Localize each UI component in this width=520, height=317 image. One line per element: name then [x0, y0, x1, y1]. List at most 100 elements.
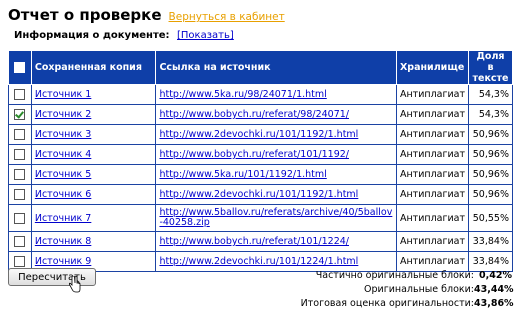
column-header-source-link: Ссылка на источник	[155, 50, 397, 85]
partial-original-value: 0,42%	[479, 270, 512, 281]
show-document-info-link[interactable]: [Показать]	[177, 30, 234, 41]
share-cell: 50,96%	[468, 184, 513, 205]
storage-cell: Антиплагиат	[395, 144, 470, 165]
source-url-link[interactable]: http://www.2devochki.ru/101/1224/1.html	[159, 257, 358, 267]
storage-cell: Антиплагиат	[395, 204, 470, 232]
source-url-cell: http://www.5ka.ru/98/24071/1.html	[155, 84, 397, 105]
source-url-link[interactable]: http://www.5ka.ru/101/1192/1.html	[159, 170, 326, 180]
saved-copy-cell: Источник 1	[30, 84, 157, 105]
saved-copy-link[interactable]: Источник 8	[35, 236, 91, 247]
back-to-cabinet-link[interactable]: Вернуться в кабинет	[169, 11, 285, 23]
recalculate-button[interactable]: Пересчитать	[8, 268, 96, 286]
table-row: Источник 8 http://www.bobych.ru/referat/1…	[8, 231, 513, 252]
share-cell: 50,96%	[468, 144, 513, 165]
row-checkbox-cell	[8, 204, 32, 232]
summary-original-row: Оригинальные блоки: 43,44%	[301, 283, 514, 297]
row-checkbox-cell	[8, 231, 32, 252]
row-select-checkbox[interactable]	[14, 256, 26, 267]
table-row: Источник 2 http://www.bobych.ru/referat/9…	[8, 104, 513, 125]
sources-table: Сохраненная копия Ссылка на источник Хра…	[8, 50, 513, 272]
source-url-link[interactable]: http://www.2devochki.ru/101/1192/1.html	[159, 190, 358, 200]
table-row: Источник 3 http://www.2devochki.ru/101/11…	[8, 124, 513, 145]
originality-summary: Частично оригинальные блоки: 0,42% Ориги…	[300, 269, 514, 311]
row-checkbox-cell	[8, 84, 32, 105]
source-url-cell: http://www.bobych.ru/referat/101/1192/	[155, 144, 397, 165]
table-row: Источник 5 http://www.5ka.ru/101/1192/1.h…	[8, 164, 513, 185]
source-url-cell: http://www.5ballov.ru/referats/archive/4…	[155, 204, 397, 232]
share-cell: 50,55%	[468, 204, 513, 232]
source-url-link[interactable]: http://www.5ka.ru/98/24071/1.html	[159, 90, 326, 100]
row-select-checkbox[interactable]	[14, 109, 26, 120]
saved-copy-link[interactable]: Источник 1	[35, 89, 91, 100]
document-info-label: Информация о документе:	[14, 30, 170, 41]
saved-copy-link[interactable]: Источник 5	[35, 169, 91, 180]
row-checkbox-cell	[8, 144, 32, 165]
column-header-share-line2: тексте	[472, 73, 509, 84]
page-header: Отчет о проверке Вернуться в кабинет	[8, 6, 285, 24]
share-cell: 33,84%	[468, 231, 513, 252]
saved-copy-link[interactable]: Источник 3	[35, 129, 91, 140]
row-select-checkbox[interactable]	[14, 169, 26, 180]
summary-partial-row: Частично оригинальные блоки: 0,42%	[301, 269, 512, 283]
saved-copy-cell: Источник 5	[30, 164, 157, 185]
row-checkbox-cell	[8, 164, 32, 185]
saved-copy-cell: Источник 3	[30, 124, 157, 145]
document-info: Информация о документе: [Показать]	[14, 30, 234, 41]
row-select-checkbox[interactable]	[14, 149, 26, 160]
share-cell: 50,96%	[468, 164, 513, 185]
saved-copy-cell: Источник 2	[30, 104, 157, 125]
source-url-link[interactable]: http://www.5ballov.ru/referats/archive/4…	[159, 208, 393, 228]
total-originality-value: 43,86%	[474, 298, 514, 309]
source-url-link[interactable]: http://www.bobych.ru/referat/101/1224/	[159, 237, 349, 247]
hand-cursor-icon	[68, 276, 81, 293]
saved-copy-cell: Источник 8	[30, 231, 157, 252]
summary-total-row: Итоговая оценка оригинальности: 43,86%	[300, 297, 514, 311]
select-all-header	[8, 50, 32, 85]
saved-copy-link[interactable]: Источник 9	[35, 256, 91, 267]
saved-copy-link[interactable]: Источник 7	[35, 213, 91, 224]
source-url-cell: http://www.bobych.ru/referat/101/1224/	[155, 231, 397, 252]
source-url-cell: http://www.2devochki.ru/101/1192/1.html	[155, 124, 397, 145]
storage-cell: Антиплагиат	[395, 104, 470, 125]
table-row: Источник 7 http://www.5ballov.ru/referats…	[8, 204, 513, 232]
table-header-row: Сохраненная копия Ссылка на источник Хра…	[8, 50, 513, 85]
source-url-link[interactable]: http://www.bobych.ru/referat/101/1192/	[159, 150, 349, 160]
saved-copy-cell: Источник 4	[30, 144, 157, 165]
partial-original-label: Частично оригинальные блоки:	[315, 270, 474, 281]
saved-copy-link[interactable]: Источник 4	[35, 149, 91, 160]
row-checkbox-cell	[8, 104, 32, 125]
source-url-cell: http://www.5ka.ru/101/1192/1.html	[155, 164, 397, 185]
storage-cell: Антиплагиат	[395, 231, 470, 252]
storage-cell: Антиплагиат	[395, 84, 470, 105]
source-url-link[interactable]: http://www.bobych.ru/referat/98/24071/	[159, 110, 349, 120]
share-cell: 54,3%	[468, 104, 513, 125]
source-url-cell: http://www.bobych.ru/referat/98/24071/	[155, 104, 397, 125]
row-select-checkbox[interactable]	[14, 89, 26, 100]
share-cell: 54,3%	[468, 84, 513, 105]
column-header-share-line1: Доля в	[476, 51, 505, 73]
storage-cell: Антиплагиат	[395, 184, 470, 205]
row-select-checkbox[interactable]	[14, 212, 26, 224]
table-row: Источник 6 http://www.2devochki.ru/101/11…	[8, 184, 513, 205]
column-header-storage: Хранилище	[395, 50, 470, 85]
storage-cell: Антиплагиат	[395, 124, 470, 145]
row-select-checkbox[interactable]	[14, 129, 26, 140]
share-cell: 50,96%	[468, 124, 513, 145]
row-checkbox-cell	[8, 124, 32, 145]
original-blocks-label: Оригинальные блоки:	[364, 284, 474, 295]
original-blocks-value: 43,44%	[474, 284, 514, 295]
saved-copy-link[interactable]: Источник 2	[35, 109, 91, 120]
page-title: Отчет о проверке	[8, 6, 162, 24]
row-select-checkbox[interactable]	[14, 189, 26, 200]
source-url-cell: http://www.2devochki.ru/101/1192/1.html	[155, 184, 397, 205]
saved-copy-cell: Источник 6	[30, 184, 157, 205]
table-row: Источник 1 http://www.5ka.ru/98/24071/1.h…	[8, 84, 513, 105]
storage-cell: Антиплагиат	[395, 164, 470, 185]
row-select-checkbox[interactable]	[14, 236, 26, 247]
total-originality-label: Итоговая оценка оригинальности:	[300, 298, 474, 309]
saved-copy-link[interactable]: Источник 6	[35, 189, 91, 200]
saved-copy-cell: Источник 7	[30, 204, 157, 232]
source-url-link[interactable]: http://www.2devochki.ru/101/1192/1.html	[159, 130, 358, 140]
row-checkbox-cell	[8, 184, 32, 205]
select-all-checkbox[interactable]	[14, 62, 26, 73]
